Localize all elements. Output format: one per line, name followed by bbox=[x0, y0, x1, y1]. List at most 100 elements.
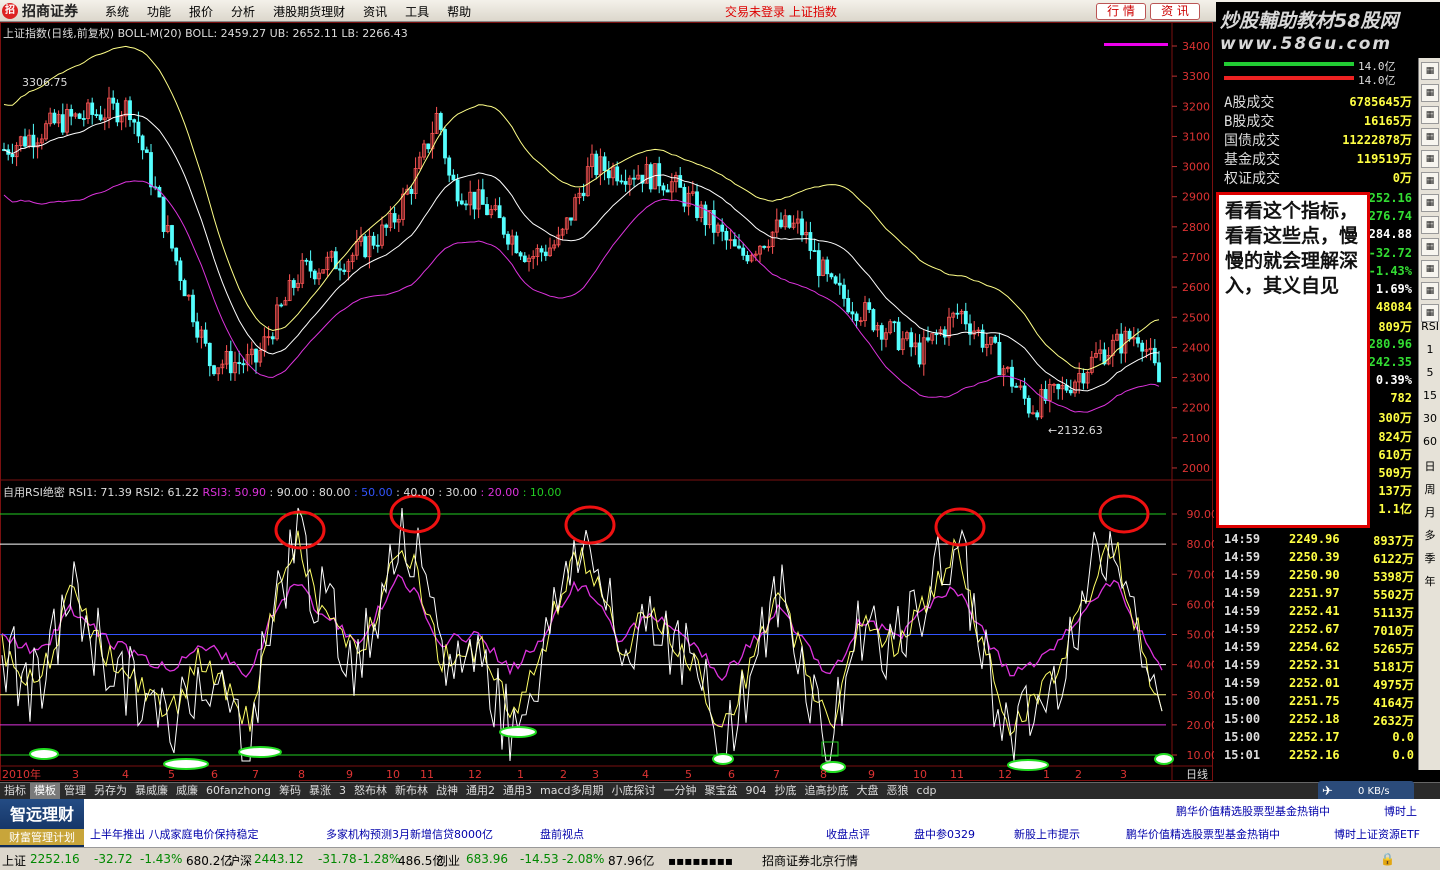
toolbar-icon[interactable]: ▦ bbox=[1421, 62, 1439, 80]
news-link[interactable]: 盘中参0329 bbox=[914, 826, 975, 842]
period-button[interactable]: 周 bbox=[1419, 481, 1440, 497]
toolbar-icon[interactable]: ▦ bbox=[1421, 172, 1439, 190]
period-button[interactable]: 季 bbox=[1419, 550, 1440, 566]
indicator-tab[interactable]: 追高抄底 bbox=[801, 783, 853, 799]
tick-row: 14:59 2250.39 6122万 bbox=[1224, 550, 1416, 568]
candle-body bbox=[514, 235, 519, 254]
indicator-tab[interactable]: 怒布林 bbox=[350, 783, 391, 799]
news-link[interactable]: 新股上市提示 bbox=[1014, 826, 1080, 842]
price-and-rsi-chart[interactable]: 3400 3300 3200 3100 3000 2900 2800 2700 2600 2500… bbox=[0, 22, 1214, 782]
period-button[interactable]: 日 bbox=[1419, 458, 1440, 474]
indicator-tab[interactable]: 60fanzhong bbox=[202, 783, 275, 799]
indicator-tab[interactable]: 暴威廉 bbox=[131, 783, 172, 799]
news-link[interactable]: 博时上证资源ETF bbox=[1334, 826, 1420, 842]
candle-body bbox=[279, 304, 284, 307]
indicator-tab[interactable]: cdp bbox=[913, 783, 941, 799]
period-button[interactable]: 月 bbox=[1419, 504, 1440, 520]
tab-info[interactable]: 资 讯 bbox=[1150, 3, 1200, 20]
indicator-tab[interactable]: 通用3 bbox=[499, 783, 536, 799]
candle-body bbox=[426, 143, 431, 150]
candle-body bbox=[854, 313, 859, 322]
quote-value: 0.39% bbox=[1375, 373, 1412, 387]
highlight-oval-bottom bbox=[1154, 753, 1174, 765]
toolbar-icon[interactable]: ▦ bbox=[1421, 260, 1439, 278]
news-link[interactable]: 鹏华价值精选股票型基金热销中 bbox=[1176, 803, 1330, 819]
indicator-tab[interactable]: 另存为 bbox=[90, 783, 131, 799]
candle-body bbox=[737, 245, 741, 249]
chart-area[interactable]: 3400 3300 3200 3100 3000 2900 2800 2700 2600 2500… bbox=[0, 22, 1214, 782]
indicator-tab[interactable]: 904 bbox=[742, 783, 771, 799]
toolbar-icon[interactable]: ▦ bbox=[1421, 150, 1439, 168]
news-link[interactable]: 盘前视点 bbox=[540, 826, 584, 842]
toolbar-icon[interactable]: ▦ bbox=[1421, 194, 1439, 212]
candle-body bbox=[178, 260, 183, 281]
quote-value: -1.43% bbox=[1368, 263, 1412, 278]
cy-amount: 87.96亿 bbox=[608, 854, 655, 868]
toolbar-icon[interactable]: ▦ bbox=[1421, 282, 1439, 300]
x-axis-label: 2 bbox=[560, 768, 567, 781]
indicator-tab[interactable]: 管理 bbox=[60, 783, 90, 799]
news-link[interactable]: 上半年推出 八成家庭电价保持稳定 bbox=[90, 826, 259, 842]
menu-item[interactable]: 工具 bbox=[396, 3, 438, 20]
menu-item[interactable]: 港股期货理财 bbox=[264, 3, 354, 20]
toolbar-icon[interactable]: ▦ bbox=[1421, 238, 1439, 256]
period-button[interactable]: 年 bbox=[1419, 573, 1440, 589]
period-button[interactable]: 1 bbox=[1419, 343, 1440, 356]
indicator-tab[interactable]: 聚宝盆 bbox=[701, 783, 742, 799]
period-button[interactable]: 15 bbox=[1419, 389, 1440, 402]
lock-icon[interactable]: 🔒 bbox=[1380, 852, 1395, 866]
indicator-tab[interactable]: 暴涨 bbox=[305, 783, 335, 799]
x-axis-label: 7 bbox=[773, 768, 780, 781]
candle-body bbox=[241, 363, 246, 366]
menu-item[interactable]: 分析 bbox=[222, 3, 264, 20]
indicator-tab[interactable]: 抄底 bbox=[771, 783, 801, 799]
toolbar-icon[interactable]: ▦ bbox=[1421, 84, 1439, 102]
candle-body bbox=[732, 239, 737, 247]
candle-body bbox=[816, 250, 821, 276]
indicator-tab[interactable]: 模板 bbox=[30, 783, 60, 799]
menu-item[interactable]: 功能 bbox=[138, 3, 180, 20]
tick-row: 14:59 2250.90 5398万 bbox=[1224, 568, 1416, 586]
menu-item[interactable]: 帮助 bbox=[438, 3, 480, 20]
indicator-tab[interactable]: 新布林 bbox=[391, 783, 432, 799]
indicator-tab[interactable]: 一分钟 bbox=[660, 783, 701, 799]
toolbar-icon[interactable]: ▦ bbox=[1421, 216, 1439, 234]
period-button[interactable]: 30 bbox=[1419, 412, 1440, 425]
period-button[interactable]: 多 bbox=[1419, 527, 1440, 543]
news-logo[interactable]: 智远理财 财富管理计划 bbox=[0, 799, 84, 847]
period-button[interactable]: RSI bbox=[1419, 320, 1440, 333]
rsi2-line bbox=[1, 530, 1163, 736]
indicator-tab[interactable]: 威廉 bbox=[172, 783, 202, 799]
toolbar-icon[interactable]: ▦ bbox=[1421, 106, 1439, 124]
candle-body bbox=[695, 191, 699, 218]
news-link[interactable]: 博时上 bbox=[1384, 803, 1417, 819]
indicator-tab[interactable]: 大盘 bbox=[853, 783, 883, 799]
indicator-tab[interactable]: 恶狼 bbox=[883, 783, 913, 799]
indicator-tab[interactable]: 战神 bbox=[432, 783, 462, 799]
period-button[interactable]: 5 bbox=[1419, 366, 1440, 379]
menu-item[interactable]: 资讯 bbox=[354, 3, 396, 20]
indicator-tab[interactable]: 3 bbox=[335, 783, 350, 799]
indicator-tab[interactable]: 筹码 bbox=[275, 783, 305, 799]
period-button[interactable]: 60 bbox=[1419, 435, 1440, 448]
indicator-tab[interactable]: 指标 bbox=[0, 783, 30, 799]
x-axis-label: 4 bbox=[122, 768, 129, 781]
highlight-circle-top bbox=[564, 505, 616, 545]
tab-quote[interactable]: 行 情 bbox=[1096, 3, 1146, 20]
indicator-tab[interactable]: macd多周期 bbox=[536, 783, 608, 799]
candle-body bbox=[1119, 333, 1124, 354]
sh-price: 2252.16 bbox=[30, 852, 80, 866]
menu-item[interactable]: 系统 bbox=[96, 3, 138, 20]
news-link[interactable]: 收盘点评 bbox=[826, 826, 870, 842]
news-link[interactable]: 多家机构预测3月新增信贷8000亿 bbox=[326, 826, 493, 842]
candle-body bbox=[879, 325, 884, 340]
toolbar-icon[interactable]: ▦ bbox=[1421, 128, 1439, 146]
indicator-tab[interactable]: 通用2 bbox=[462, 783, 499, 799]
menu-item[interactable]: 报价 bbox=[180, 3, 222, 20]
quote-value: 509万 bbox=[1378, 466, 1412, 480]
market-stat-row: B股成交 16165万 bbox=[1224, 111, 1412, 130]
market-stat-value: 16165万 bbox=[1363, 114, 1412, 128]
news-link[interactable]: 鹏华价值精选股票型基金热销中 bbox=[1126, 826, 1280, 842]
indicator-tab[interactable]: 小底探讨 bbox=[608, 783, 660, 799]
tick-time: 14:59 bbox=[1224, 532, 1261, 546]
